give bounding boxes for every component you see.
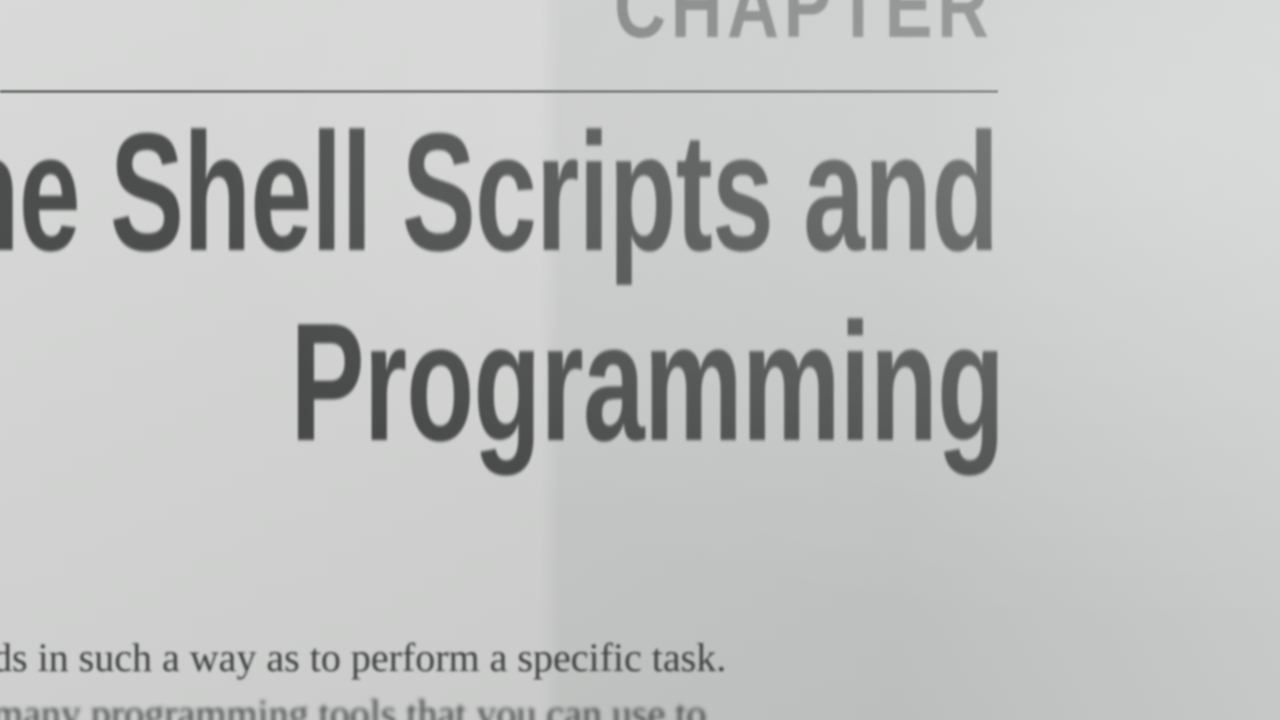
book-page: CHAPTER The Shell Scripts and Programmin… [0,0,1280,720]
body-text-line-2: many programming tools that you can use … [0,691,707,720]
chapter-label: CHAPTER [614,0,994,57]
body-text-line-1: ds in such a way as to perform a specifi… [0,635,727,680]
chapter-title-line-1: The Shell Scripts and [0,98,999,286]
header-rule [0,90,998,93]
chapter-title-line-2: Programming [290,288,1004,476]
